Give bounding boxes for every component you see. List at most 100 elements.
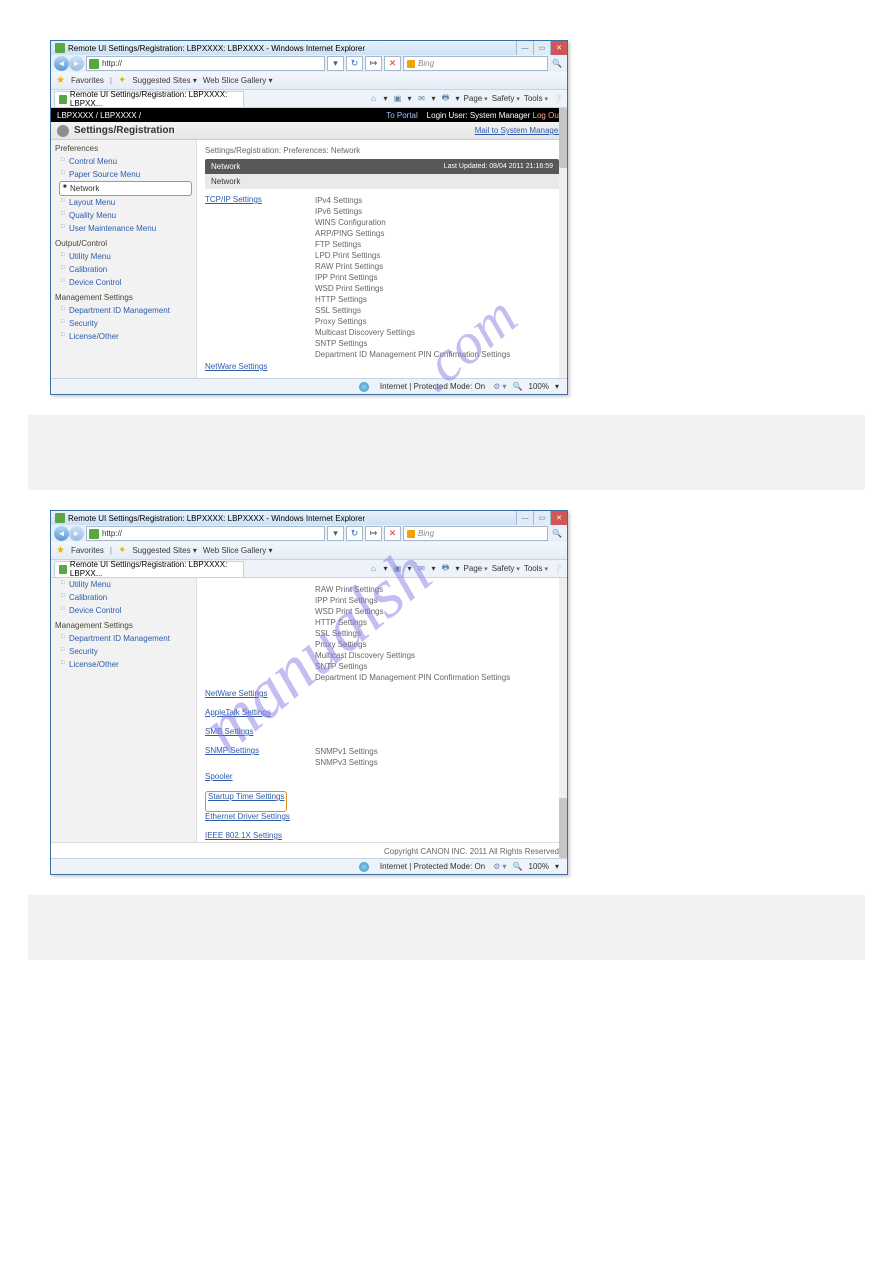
- forward-button[interactable]: ►: [69, 56, 84, 71]
- nav-layout-menu[interactable]: Layout Menu: [51, 196, 196, 209]
- home-icon[interactable]: ⌂: [367, 563, 379, 575]
- status-zone: Internet | Protected Mode: On: [380, 382, 485, 391]
- search-button[interactable]: 🔍: [550, 57, 564, 70]
- menu-tools[interactable]: Tools: [524, 94, 548, 103]
- search-box-2[interactable]: Bing: [403, 526, 548, 541]
- link-netware[interactable]: NetWare Settings: [205, 362, 315, 371]
- link-spooler[interactable]: Spooler: [205, 772, 315, 781]
- tab-label: Remote UI Settings/Registration: LBPXXXX…: [70, 90, 239, 108]
- app-icon: [55, 43, 65, 53]
- tab-active-2[interactable]: Remote UI Settings/Registration: LBPXXXX…: [54, 561, 244, 577]
- refresh-button[interactable]: ↻: [346, 56, 363, 71]
- login-prefix: Login User:: [427, 111, 468, 120]
- search-box[interactable]: Bing: [403, 56, 548, 71]
- mail-icon[interactable]: ✉: [416, 563, 428, 575]
- tab-active[interactable]: Remote UI Settings/Registration: LBPXXXX…: [54, 91, 244, 107]
- back-button[interactable]: ◄: [54, 56, 69, 71]
- titlebar: Remote UI Settings/Registration: LBPXXXX…: [51, 41, 567, 55]
- address-bar[interactable]: http://: [86, 56, 325, 71]
- mail-icon[interactable]: ✉: [416, 93, 428, 105]
- menu-page[interactable]: Page: [464, 94, 488, 103]
- left-nav-2: Utility Menu Calibration Device Control …: [51, 578, 197, 842]
- nav-quality-menu[interactable]: Quality Menu: [51, 209, 196, 222]
- scrollbar[interactable]: [559, 108, 567, 378]
- favorites-label[interactable]: Favorites: [71, 76, 104, 85]
- link-smb-2[interactable]: SMB Settings: [205, 727, 315, 736]
- nav-calibration-2[interactable]: Calibration: [51, 591, 196, 604]
- nav-utility-menu[interactable]: Utility Menu: [51, 250, 196, 263]
- main-area-2: RAW Print Settings IPP Print Settings WS…: [197, 578, 567, 842]
- menu-safety[interactable]: Safety: [492, 94, 520, 103]
- favorites-star-icon[interactable]: ★: [56, 75, 65, 86]
- caption-band-2: [28, 895, 865, 960]
- maximize-button[interactable]: ▭: [533, 41, 550, 55]
- zoom-value[interactable]: 100%: [529, 382, 549, 391]
- minimize-button[interactable]: —: [516, 511, 533, 525]
- minimize-button[interactable]: —: [516, 41, 533, 55]
- print-icon[interactable]: 🖶: [440, 563, 452, 575]
- login-user: System Manager: [470, 111, 530, 120]
- search-placeholder: Bing: [418, 59, 434, 68]
- tab-icon: [59, 95, 67, 104]
- nav-paper-source[interactable]: Paper Source Menu: [51, 168, 196, 181]
- address-dropdown[interactable]: ▾: [327, 56, 344, 71]
- link-netware-2[interactable]: NetWare Settings: [205, 689, 315, 698]
- protected-mode-icon[interactable]: ⚙ ▾: [493, 382, 506, 391]
- scrollbar-2[interactable]: [559, 578, 567, 858]
- bing-icon: [407, 60, 415, 68]
- mail-system-manager-link[interactable]: Mail to System Manager: [475, 126, 561, 135]
- web-slice-gallery[interactable]: Web Slice Gallery ▾: [203, 76, 273, 85]
- nav-user-maintenance[interactable]: User Maintenance Menu: [51, 222, 196, 235]
- section-sub-network: Network: [205, 174, 559, 189]
- print-icon[interactable]: 🖶: [440, 93, 452, 105]
- page-content-1: LBPXXXX / LBPXXXX / To Portal Login User…: [51, 108, 567, 378]
- address-text: http://: [102, 59, 122, 68]
- nav-device-control[interactable]: Device Control: [51, 276, 196, 289]
- link-ieee-8021x[interactable]: IEEE 802.1X Settings: [205, 831, 315, 840]
- to-portal-link[interactable]: To Portal: [386, 111, 418, 120]
- link-appletalk-2[interactable]: AppleTalk Settings: [205, 708, 315, 717]
- page-content-2: Utility Menu Calibration Device Control …: [51, 578, 567, 858]
- link-tcpip-settings[interactable]: TCP/IP Settings: [205, 195, 315, 204]
- back-button[interactable]: ◄: [54, 526, 69, 541]
- link-snmp[interactable]: SNMP Settings: [205, 746, 315, 755]
- nav-calibration[interactable]: Calibration: [51, 263, 196, 276]
- nav-device-control-2[interactable]: Device Control: [51, 604, 196, 617]
- device-bar: LBPXXXX / LBPXXXX / To Portal Login User…: [51, 108, 567, 122]
- page-header: Settings/Registration Mail to System Man…: [51, 122, 567, 140]
- globe-icon: [359, 862, 369, 872]
- breadcrumb: Settings/Registration: Preferences: Netw…: [205, 146, 559, 155]
- main-area-1: Settings/Registration: Preferences: Netw…: [197, 140, 567, 378]
- window-title: Remote UI Settings/Registration: LBPXXXX…: [68, 44, 365, 53]
- site-icon: [89, 529, 99, 539]
- window-title-2: Remote UI Settings/Registration: LBPXXXX…: [68, 514, 365, 523]
- address-bar-2[interactable]: http://: [86, 526, 325, 541]
- favorites-star-icon[interactable]: ★: [56, 545, 65, 556]
- stop-button[interactable]: ✕: [384, 56, 401, 71]
- feeds-icon[interactable]: ▣: [391, 93, 403, 105]
- go-button[interactable]: ↦: [365, 56, 382, 71]
- nav-group-output: Output/Control: [51, 235, 196, 250]
- nav-security[interactable]: Security: [51, 317, 196, 330]
- page-title: Settings/Registration: [74, 125, 175, 136]
- suggested-sites[interactable]: Suggested Sites ▾: [132, 76, 197, 85]
- close-button[interactable]: ✕: [550, 41, 567, 55]
- nav-utility-menu-2[interactable]: Utility Menu: [51, 578, 196, 591]
- feeds-icon[interactable]: ▣: [391, 563, 403, 575]
- maximize-button[interactable]: ▭: [533, 511, 550, 525]
- zoom-icon[interactable]: 🔍: [513, 382, 523, 391]
- help-icon[interactable]: ❔: [552, 93, 564, 105]
- home-icon[interactable]: ⌂: [367, 93, 379, 105]
- nav-control-menu[interactable]: Control Menu: [51, 155, 196, 168]
- link-ethernet-driver[interactable]: Ethernet Driver Settings: [205, 812, 315, 821]
- nav-dept-id[interactable]: Department ID Management: [51, 304, 196, 317]
- nav-network-selected[interactable]: Network: [59, 181, 192, 196]
- close-button[interactable]: ✕: [550, 511, 567, 525]
- help-icon[interactable]: ❔: [552, 563, 564, 575]
- bing-icon: [407, 530, 415, 538]
- logout-link[interactable]: Log Out: [533, 111, 561, 120]
- link-startup-time-highlighted[interactable]: Startup Time Settings: [205, 791, 287, 812]
- nav-license-other[interactable]: License/Other: [51, 330, 196, 343]
- forward-button[interactable]: ►: [69, 526, 84, 541]
- suggested-icon: ✦: [118, 75, 126, 86]
